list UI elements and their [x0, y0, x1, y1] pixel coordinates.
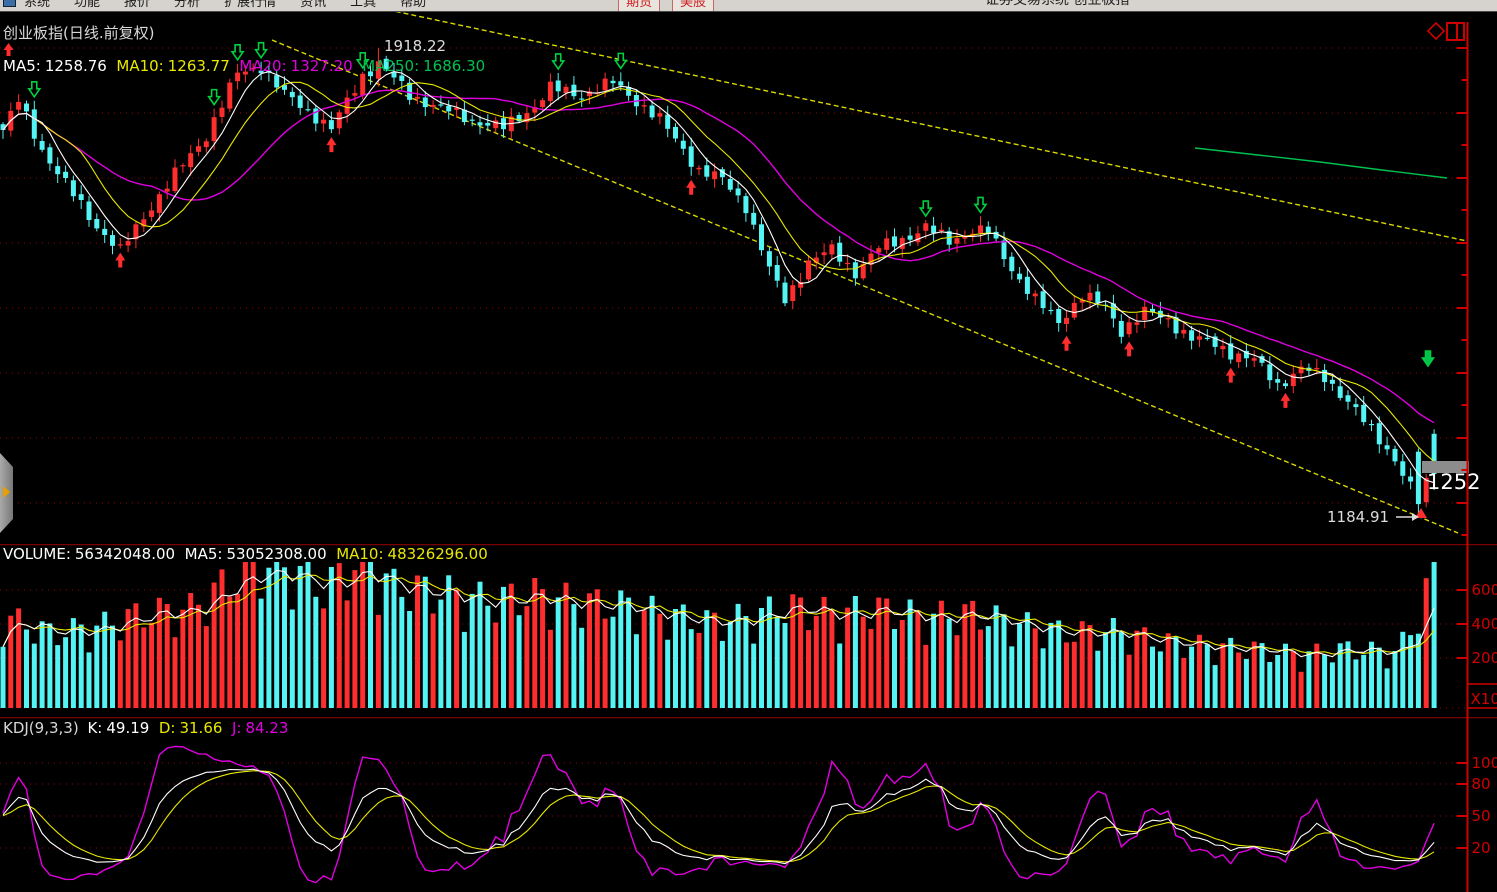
kdj-pane-header: KDJ(9,3,3) K:49.19 D:31.66 J:84.23: [3, 719, 288, 737]
ma5-label: MA5:1258.76: [3, 57, 107, 75]
split-window-icon: [1447, 23, 1464, 40]
menu-item-us-stocks[interactable]: 美股: [672, 0, 714, 12]
svg-text:6000: 6000: [1472, 581, 1497, 599]
app-icon: [3, 0, 16, 7]
svg-text:80: 80: [1472, 775, 1491, 793]
menu-item-help[interactable]: 帮助: [400, 0, 426, 10]
expand-arrow-icon: [3, 486, 10, 498]
last-price-tag: 1252: [1427, 470, 1480, 494]
kdj-d-label: D:31.66: [159, 719, 223, 737]
left-panel-flap[interactable]: [0, 453, 13, 533]
ma250-label: MA250:1686.30: [362, 57, 485, 75]
svg-text:2000: 2000: [1472, 649, 1497, 667]
kdj-chart: 100 80 50 20: [0, 717, 1497, 892]
ma20-label: MA20:1327.20: [239, 57, 352, 75]
svg-text:100: 100: [1472, 754, 1497, 772]
volume-ma5-label: MA5:53052308.00: [185, 545, 327, 563]
kdj-title: KDJ(9,3,3): [3, 719, 79, 737]
menu-item-analysis[interactable]: 分析: [174, 0, 200, 10]
menu-item-quotes[interactable]: 报价: [124, 0, 150, 10]
menu-item-news[interactable]: 资讯: [300, 0, 326, 10]
kdj-j-label: J:84.23: [232, 719, 288, 737]
volume-pane-header: VOLUME:56342048.00 MA5:53052308.00 MA10:…: [3, 545, 488, 563]
menu-item-futures[interactable]: 期货: [618, 0, 660, 12]
kdj-chart-pane: 100 80 50 20: [0, 717, 1497, 892]
peak-price-annotation: 1918.22: [384, 37, 446, 55]
menu-item-system[interactable]: 系统: [24, 0, 50, 10]
volume-scale-note: X10000: [1471, 690, 1497, 708]
up-arrow-icon: [3, 43, 14, 57]
volume-chart-pane: 6000 4000 2000 X10000: [0, 544, 1497, 717]
low-price-annotation: 1184.91: [1327, 508, 1389, 526]
menu-item-tools[interactable]: 工具: [350, 0, 376, 10]
symbol-title: 创业板指(日线.前复权): [3, 24, 154, 42]
diamond-icon: [1428, 23, 1444, 39]
ma10-label: MA10:1263.77: [116, 57, 229, 75]
menu-bar: 系统 功能 报价 分析 扩展行情 资讯 工具 帮助 期货 美股 证券交易系统 创…: [0, 0, 1497, 12]
price-chart-pane: [0, 12, 1497, 544]
menu-item-extended[interactable]: 扩展行情: [224, 0, 276, 10]
svg-text:4000: 4000: [1472, 615, 1497, 633]
price-chart: [0, 12, 1497, 544]
menubar-right-text: 证券交易系统 创业板指: [985, 0, 1129, 11]
svg-text:50: 50: [1472, 807, 1491, 825]
volume-label: VOLUME:56342048.00: [3, 545, 175, 563]
volume-chart: 6000 4000 2000 X10000: [0, 544, 1497, 717]
menu-item-function[interactable]: 功能: [74, 0, 100, 10]
volume-ma10-label: MA10:48326296.00: [336, 545, 488, 563]
svg-text:20: 20: [1472, 839, 1491, 857]
kdj-k-label: K:49.19: [87, 719, 149, 737]
